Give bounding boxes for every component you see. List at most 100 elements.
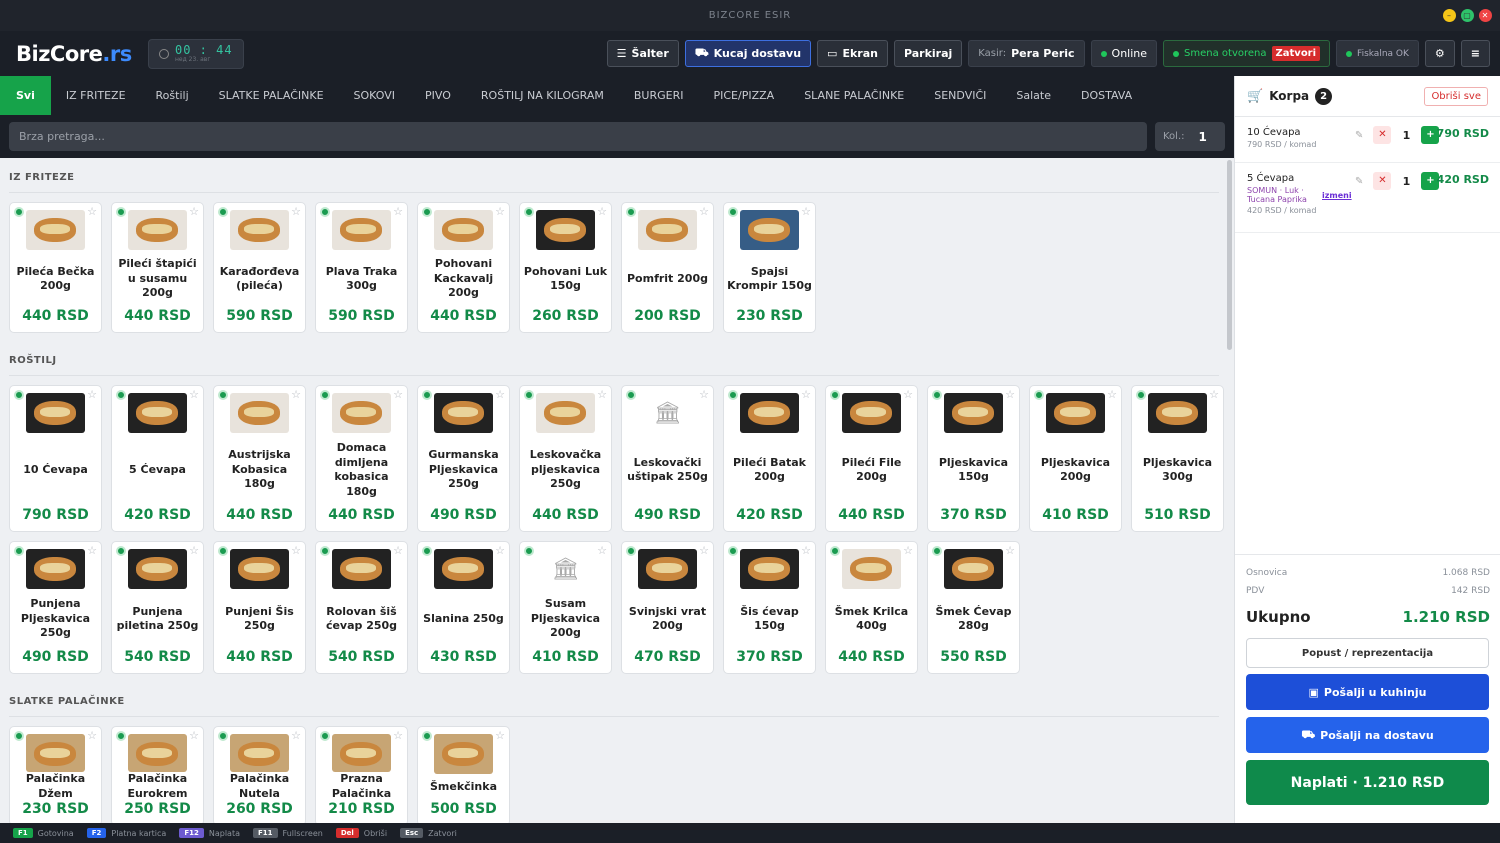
product-card[interactable]: ☆ Prazna Palačinka 210 RSD [315, 726, 408, 823]
tab-svi[interactable]: Svi [0, 76, 51, 115]
product-card[interactable]: ☆ Šmekčinka 500 RSD [417, 726, 510, 823]
star-icon[interactable]: ☆ [597, 205, 607, 218]
product-card[interactable]: ☆ 🏛 Susam Pljeskavica 200g 410 RSD [519, 541, 612, 674]
edit-icon[interactable]: ✎ [1355, 176, 1363, 187]
star-icon[interactable]: ☆ [189, 544, 199, 557]
star-icon[interactable]: ☆ [393, 388, 403, 401]
remove-item-button[interactable]: ✕ [1373, 172, 1392, 190]
product-card[interactable]: ☆ Pileći Batak 200g 420 RSD [723, 385, 816, 532]
tab-sendvici[interactable]: SENDVIČI [919, 76, 1001, 115]
minimize-icon[interactable]: – [1443, 9, 1456, 22]
product-card[interactable]: ☆ Palačinka Nutela 260 RSD [213, 726, 306, 823]
pay-button[interactable]: Naplati · 1.210 RSD [1246, 760, 1489, 805]
tab-iz-friteze[interactable]: IZ FRITEZE [51, 76, 141, 115]
tab-salate[interactable]: Salate [1001, 76, 1066, 115]
tab-pivo[interactable]: PIVO [410, 76, 466, 115]
tab-slane-palacinke[interactable]: SLANE PALAČINKE [789, 76, 919, 115]
quantity-field[interactable]: Kol.: 1 [1155, 122, 1225, 151]
star-icon[interactable]: ☆ [903, 388, 913, 401]
star-icon[interactable]: ☆ [597, 544, 607, 557]
star-icon[interactable]: ☆ [903, 544, 913, 557]
scrollbar[interactable] [1227, 160, 1232, 350]
star-icon[interactable]: ☆ [1005, 544, 1015, 557]
star-icon[interactable]: ☆ [87, 205, 97, 218]
maximize-icon[interactable]: ▢ [1461, 9, 1474, 22]
star-icon[interactable]: ☆ [291, 388, 301, 401]
ekran-button[interactable]: ▭ Ekran [817, 40, 888, 67]
star-icon[interactable]: ☆ [87, 729, 97, 742]
product-card[interactable]: ☆ Svinjski vrat 200g 470 RSD [621, 541, 714, 674]
star-icon[interactable]: ☆ [291, 205, 301, 218]
product-card[interactable]: ☆ Slanina 250g 430 RSD [417, 541, 510, 674]
product-card[interactable]: ☆ Šmek Ćevap 280g 550 RSD [927, 541, 1020, 674]
menu-button[interactable]: ≡ [1460, 40, 1490, 67]
star-icon[interactable]: ☆ [801, 205, 811, 218]
product-card[interactable]: ☆ Pileći štapići u susamu 200g 440 RSD [111, 202, 204, 333]
tab-burgeri[interactable]: BURGERI [619, 76, 699, 115]
tab-dostava[interactable]: DOSTAVA [1066, 76, 1147, 115]
tab-rostilj-na-kilogram[interactable]: ROŠTILJ NA KILOGRAM [466, 76, 619, 115]
star-icon[interactable]: ☆ [597, 388, 607, 401]
edit-icon[interactable]: ✎ [1355, 130, 1363, 141]
tab-sokovi[interactable]: SOKOVI [339, 76, 411, 115]
star-icon[interactable]: ☆ [801, 388, 811, 401]
tab-pice-pizza[interactable]: PICE/PIZZA [698, 76, 789, 115]
product-card[interactable]: ☆ Rolovan šiš ćevap 250g 540 RSD [315, 541, 408, 674]
star-icon[interactable]: ☆ [801, 544, 811, 557]
settings-button[interactable]: ⚙ [1424, 40, 1455, 67]
product-card[interactable]: ☆ Austrijska Kobasica 180g 440 RSD [213, 385, 306, 532]
star-icon[interactable]: ☆ [699, 388, 709, 401]
star-icon[interactable]: ☆ [699, 544, 709, 557]
product-card[interactable]: ☆ Pohovani Kackavalj 200g 440 RSD [417, 202, 510, 333]
search-input[interactable] [9, 122, 1147, 151]
kucaj-dostavu-button[interactable]: ⛟ Kucaj dostavu [684, 40, 812, 67]
star-icon[interactable]: ☆ [189, 388, 199, 401]
popust-button[interactable]: Popust / reprezentacija [1246, 638, 1489, 668]
star-icon[interactable]: ☆ [291, 544, 301, 557]
star-icon[interactable]: ☆ [393, 729, 403, 742]
star-icon[interactable]: ☆ [291, 729, 301, 742]
product-card[interactable]: ☆ Punjeni Šis 250g 440 RSD [213, 541, 306, 674]
product-card[interactable]: ☆ Šis ćevap 150g 370 RSD [723, 541, 816, 674]
product-card[interactable]: ☆ Punjena Pljeskavica 250g 490 RSD [9, 541, 102, 674]
star-icon[interactable]: ☆ [189, 205, 199, 218]
star-icon[interactable]: ☆ [495, 205, 505, 218]
product-card[interactable]: ☆ 10 Ćevapa 790 RSD [9, 385, 102, 532]
clear-cart-button[interactable]: Obriši sve [1424, 86, 1488, 106]
tab-rostilj[interactable]: Roštilj [141, 76, 204, 115]
tab-slatke-palacinke[interactable]: SLATKE PALAČINKE [204, 76, 339, 115]
product-card[interactable]: ☆ Karađorđeva (pileća) 590 RSD [213, 202, 306, 333]
star-icon[interactable]: ☆ [495, 544, 505, 557]
product-card[interactable]: ☆ Punjena piletina 250g 540 RSD [111, 541, 204, 674]
send-to-kitchen-button[interactable]: ▣ Pošalji u kuhinju [1246, 674, 1489, 710]
star-icon[interactable]: ☆ [87, 544, 97, 557]
salter-button[interactable]: ☰ Šalter [606, 40, 679, 67]
parkiraj-button[interactable]: Parkiraj [893, 40, 963, 67]
product-card[interactable]: ☆ Palačinka Eurokrem 250 RSD [111, 726, 204, 823]
star-icon[interactable]: ☆ [87, 388, 97, 401]
product-card[interactable]: ☆ Pohovani Luk 150g 260 RSD [519, 202, 612, 333]
product-card[interactable]: ☆ Pileća Bečka 200g 440 RSD [9, 202, 102, 333]
star-icon[interactable]: ☆ [1005, 388, 1015, 401]
product-card[interactable]: ☆ Palačinka Džem 230 RSD [9, 726, 102, 823]
product-card[interactable]: ☆ Pljeskavica 150g 370 RSD [927, 385, 1020, 532]
product-card[interactable]: ☆ Leskovačka pljeskavica 250g 440 RSD [519, 385, 612, 532]
izmeni-link[interactable]: izmeni [1322, 191, 1352, 200]
product-card[interactable]: ☆ Pljeskavica 300g 510 RSD [1131, 385, 1224, 532]
star-icon[interactable]: ☆ [393, 205, 403, 218]
product-card[interactable]: ☆ Domaca dimljena kobasica 180g 440 RSD [315, 385, 408, 532]
remove-item-button[interactable]: ✕ [1373, 126, 1392, 144]
star-icon[interactable]: ☆ [1209, 388, 1219, 401]
send-to-delivery-button[interactable]: ⛟ Pošalji na dostavu [1246, 717, 1489, 753]
product-card[interactable]: ☆ Pomfrit 200g 200 RSD [621, 202, 714, 333]
star-icon[interactable]: ☆ [1107, 388, 1117, 401]
star-icon[interactable]: ☆ [699, 205, 709, 218]
star-icon[interactable]: ☆ [393, 544, 403, 557]
product-card[interactable]: ☆ Pileći File 200g 440 RSD [825, 385, 918, 532]
product-card[interactable]: ☆ 🏛 Leskovački uštipak 250g 490 RSD [621, 385, 714, 532]
product-card[interactable]: ☆ Šmek Krilca 400g 440 RSD [825, 541, 918, 674]
product-card[interactable]: ☆ 5 Ćevapa 420 RSD [111, 385, 204, 532]
zatvori-shift-button[interactable]: Zatvori [1271, 46, 1321, 61]
product-card[interactable]: ☆ Plava Traka 300g 590 RSD [315, 202, 408, 333]
star-icon[interactable]: ☆ [495, 388, 505, 401]
